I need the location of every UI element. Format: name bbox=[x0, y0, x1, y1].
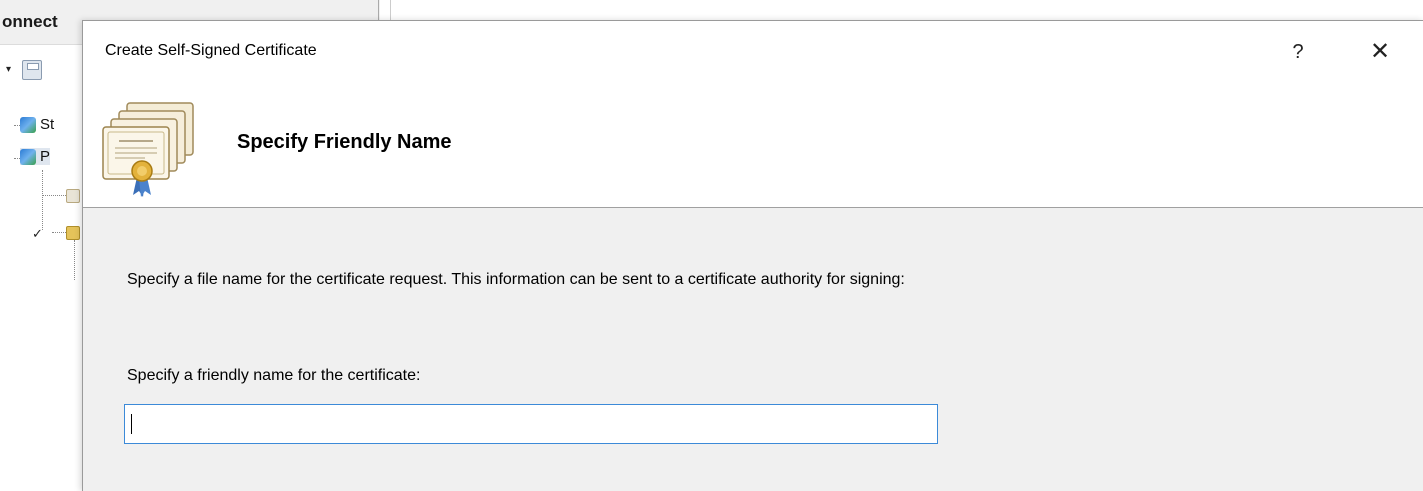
help-button[interactable]: ? bbox=[1283, 37, 1313, 67]
splitter[interactable] bbox=[378, 0, 379, 20]
dialog-title: Create Self-Signed Certificate bbox=[105, 42, 317, 59]
certificate-icon bbox=[102, 102, 194, 197]
step-heading: Specify Friendly Name bbox=[237, 131, 452, 153]
dropdown-arrow-icon[interactable]: ▾ bbox=[6, 64, 11, 75]
tree-item-start-page[interactable]: St bbox=[20, 116, 54, 133]
server-icon bbox=[20, 116, 36, 133]
text-caret bbox=[131, 414, 132, 434]
tree-item-label: St bbox=[40, 116, 55, 133]
chevron-down-icon[interactable]: ✓ bbox=[32, 226, 43, 242]
dialog-body: Specify a file name for the certificate … bbox=[83, 208, 1423, 491]
sites-folder-icon[interactable] bbox=[66, 226, 80, 240]
save-icon[interactable] bbox=[22, 60, 42, 80]
close-button[interactable]: ✕ bbox=[1363, 37, 1397, 67]
friendly-name-label: Specify a friendly name for the certific… bbox=[127, 367, 421, 384]
tree-item-label: P bbox=[40, 148, 51, 165]
friendly-name-input[interactable] bbox=[124, 404, 938, 444]
dialog-header: Specify Friendly Name bbox=[83, 79, 1423, 208]
connections-title: onnect bbox=[2, 12, 58, 31]
instructions-text: Specify a file name for the certificate … bbox=[127, 271, 905, 288]
create-certificate-dialog: Create Self-Signed Certificate ? ✕ Speci… bbox=[82, 20, 1423, 491]
tree-item-server[interactable]: P bbox=[20, 148, 51, 165]
server-icon bbox=[20, 148, 36, 165]
dialog-titlebar: Create Self-Signed Certificate ? ✕ bbox=[83, 21, 1423, 79]
app-pools-icon[interactable] bbox=[66, 189, 80, 203]
splitter-edge bbox=[390, 0, 391, 20]
